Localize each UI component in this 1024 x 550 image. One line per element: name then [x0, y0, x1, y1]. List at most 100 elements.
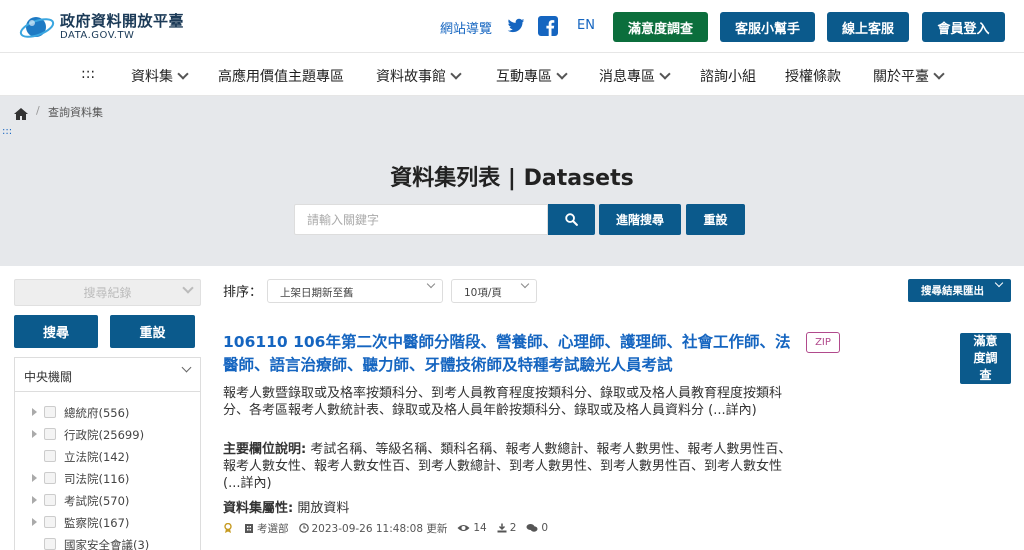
nav-item-label: 諮詢小組	[700, 69, 756, 85]
facet-item[interactable]: 國家安全會議(3)	[15, 534, 200, 550]
chevron-down-icon	[520, 279, 530, 289]
language-switch[interactable]: EN	[577, 18, 595, 33]
sort-label: 排序：	[223, 285, 263, 300]
fields-label: 主要欄位說明:	[223, 442, 307, 457]
home-icon[interactable]	[14, 105, 28, 120]
award-icon	[224, 523, 232, 533]
facet-header[interactable]: 中央機關	[15, 358, 200, 392]
page-size-value: 10項/頁	[464, 287, 502, 299]
sitemap-link[interactable]: 網站導覽	[440, 18, 492, 37]
facet-label: 總統府(556)	[64, 406, 130, 420]
eye-icon	[457, 525, 470, 531]
facet-item[interactable]: 總統府(556)	[15, 402, 200, 424]
twitter-icon[interactable]	[507, 17, 525, 35]
download-icon	[497, 523, 507, 533]
facet-item[interactable]: 行政院(25699)	[15, 424, 200, 446]
nav-item-datasets[interactable]: 資料集	[131, 66, 189, 86]
nav-item-label: 資料故事館	[376, 69, 446, 85]
search-hero: / 查詢資料集 ::: 資料集列表 | Datasets 進階搜尋 重設	[0, 96, 1024, 266]
sort-order-select[interactable]: 上架日期新至舊	[267, 279, 443, 303]
expand-arrow-icon[interactable]	[32, 408, 37, 416]
support-helper-button[interactable]: 客服小幫手	[720, 12, 815, 42]
search-button[interactable]	[548, 204, 595, 235]
sidebar-search-button[interactable]: 搜尋	[14, 315, 98, 348]
dataset-meta: 考選部 2023-09-26 11:48:08 更新 14 2 0	[223, 521, 548, 535]
clock-icon	[298, 523, 309, 533]
nav-anchor[interactable]: :::	[81, 66, 95, 82]
facet-label: 行政院(25699)	[64, 428, 145, 442]
nav-item-interactive[interactable]: 互動專區	[496, 66, 568, 86]
member-login-button[interactable]: 會員登入	[922, 12, 1005, 42]
online-service-button[interactable]: 線上客服	[827, 12, 909, 42]
nav-item-label: 關於平臺	[873, 69, 929, 85]
nav-item-label: 消息專區	[599, 69, 655, 85]
dataset-title-link[interactable]: 106110 106年第二次中醫師分階段、營養師、心理師、護理師、社會工作師、法…	[223, 331, 791, 377]
chevron-down-icon	[177, 67, 189, 80]
updated-time: 2023-09-26 11:48:08 更新	[311, 522, 448, 535]
facet-item[interactable]: 立法院(142)	[15, 446, 200, 468]
facet-item[interactable]: 考試院(570)	[15, 490, 200, 512]
sort-order-value: 上架日期新至舊	[280, 287, 354, 299]
comment-icon	[526, 524, 538, 532]
dataset-satisfaction-button[interactable]: 滿意度調查	[960, 333, 1011, 384]
nav-item-advisory[interactable]: 諮詢小組	[700, 66, 756, 86]
facet-item[interactable]: 監察院(167)	[15, 512, 200, 534]
breadcrumb-separator: /	[36, 104, 40, 117]
facet-label: 監察院(167)	[64, 516, 130, 530]
search-input[interactable]	[294, 204, 548, 235]
satisfaction-survey-button[interactable]: 滿意度調查	[613, 12, 708, 42]
facet-checkbox[interactable]	[44, 516, 56, 528]
top-header: 政府資料開放平臺 DATA.GOV.TW 網站導覽 EN 滿意度調查 客服小幫手…	[0, 0, 1024, 52]
agency-icon	[245, 524, 253, 533]
search-history-select[interactable]: 搜尋紀錄	[14, 279, 201, 306]
facet-label: 立法院(142)	[64, 450, 130, 464]
advanced-search-button[interactable]: 進階搜尋	[599, 204, 681, 235]
export-results-button[interactable]: 搜尋結果匯出	[908, 278, 1011, 302]
expand-arrow-icon[interactable]	[32, 474, 37, 482]
main-nav: ::: 資料集 高應用價值主題專區 資料故事館 互動專區 消息專區 諮詢小組 授…	[0, 52, 1024, 96]
facet-checkbox[interactable]	[44, 472, 56, 484]
hero-reset-button[interactable]: 重設	[686, 204, 745, 235]
facet-checkbox[interactable]	[44, 406, 56, 418]
logo-title: 政府資料開放平臺	[60, 12, 185, 30]
expand-arrow-icon[interactable]	[32, 518, 37, 526]
site-logo[interactable]: 政府資料開放平臺 DATA.GOV.TW	[18, 11, 184, 43]
page-title: 資料集列表 | Datasets	[390, 166, 634, 191]
export-label: 搜尋結果匯出	[921, 285, 984, 297]
facet-checkbox[interactable]	[44, 450, 56, 462]
page-size-select[interactable]: 10項/頁	[451, 279, 537, 303]
facet-checkbox[interactable]	[44, 428, 56, 440]
facet-label: 司法院(116)	[64, 472, 130, 486]
nav-item-about[interactable]: 關於平臺	[873, 66, 945, 86]
facet-item[interactable]: 司法院(116)	[15, 468, 200, 490]
facet-checkbox[interactable]	[44, 538, 56, 550]
facebook-icon[interactable]	[538, 16, 558, 36]
dataset-description: 報考人數暨錄取或及格率按類科分、到考人員教育程度按類科分、錄取或及格人員教育程度…	[223, 386, 783, 418]
facet-title: 中央機關	[24, 370, 73, 384]
chevron-down-icon	[182, 282, 194, 294]
breadcrumb: 查詢資料集	[48, 106, 103, 119]
download-count: 2	[509, 522, 517, 534]
chevron-down-icon	[994, 278, 1004, 288]
nav-item-news[interactable]: 消息專區	[599, 66, 671, 86]
expand-arrow-icon[interactable]	[32, 496, 37, 504]
facet-checkbox[interactable]	[44, 494, 56, 506]
search-icon	[565, 213, 578, 226]
facet-central-agencies: 中央機關 總統府(556) 行政院(25699) 立法院(142) 司法院(11…	[14, 357, 201, 550]
dataset-fields: 主要欄位說明: 考試名稱、等級名稱、類科名稱、報考人數總計、報考人數男性、報考人…	[223, 441, 793, 492]
nav-item-stories[interactable]: 資料故事館	[376, 66, 462, 86]
agency-name[interactable]: 考選部	[257, 521, 289, 536]
nav-item-license[interactable]: 授權條款	[785, 66, 841, 86]
nav-item-high-value[interactable]: 高應用價值主題專區	[218, 66, 344, 86]
expand-arrow-icon[interactable]	[32, 430, 37, 438]
chevron-down-icon	[426, 279, 436, 289]
chevron-down-icon	[933, 67, 945, 80]
chevron-down-icon	[181, 362, 192, 373]
search-history-label: 搜尋紀錄	[83, 286, 132, 300]
sidebar-reset-button[interactable]: 重設	[110, 315, 195, 348]
view-count: 14	[473, 522, 487, 534]
format-badge[interactable]: ZIP	[806, 332, 840, 353]
facet-label: 國家安全會議(3)	[64, 538, 150, 550]
content-anchor[interactable]: :::	[2, 126, 12, 137]
logo-mark-icon	[18, 11, 56, 43]
